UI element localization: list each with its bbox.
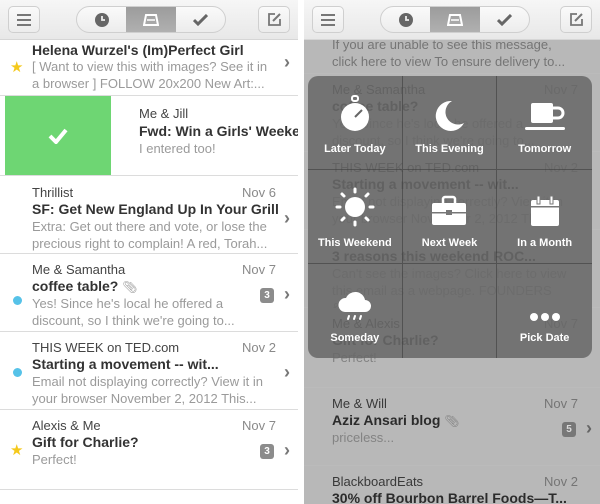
preview: Extra: Get out there and vote, or lose t…	[32, 219, 268, 251]
snooze-screen: If you are unable to see this message, c…	[304, 0, 600, 504]
chevron-right-icon[interactable]: ›	[284, 362, 290, 383]
date: Nov 7	[242, 262, 276, 277]
chevron-right-icon[interactable]: ›	[284, 440, 290, 461]
snooze-next-week[interactable]: Next Week	[402, 170, 498, 264]
coffee-cup-icon	[524, 103, 565, 130]
star-icon[interactable]: ★	[10, 441, 23, 459]
tab-later[interactable]	[77, 7, 126, 32]
attachment-icon: 📎︎	[122, 280, 138, 294]
tab-later[interactable]	[381, 7, 430, 32]
compose-button[interactable]	[258, 6, 290, 33]
date: Nov 7	[242, 418, 276, 433]
tab-done[interactable]	[480, 7, 529, 32]
snooze-someday[interactable]: Someday	[308, 264, 403, 358]
date: Nov 6	[242, 185, 276, 200]
ellipsis-icon	[529, 313, 560, 321]
snooze-label: Tomorrow	[518, 143, 572, 155]
snooze-label: Next Week	[421, 237, 478, 249]
compose-button[interactable]	[560, 6, 592, 33]
inbox-screen: Jen Bekman's 20x200 Nov 7 ★ Helena Wurze…	[0, 0, 298, 504]
sender: Me & Jill	[139, 106, 189, 121]
preview: I entered too!	[139, 141, 216, 156]
thread-count-badge: 3	[260, 288, 274, 303]
clock-icon	[94, 12, 109, 27]
sun-icon	[335, 187, 375, 227]
sender: Me & Samantha	[32, 262, 126, 277]
preview: Perfect!	[32, 452, 77, 467]
snooze-this-evening[interactable]: This Evening	[402, 76, 498, 170]
preview: Email not displaying correctly? View it …	[32, 374, 263, 406]
inbox-icon	[142, 13, 159, 26]
menu-icon	[321, 13, 335, 26]
sender: Alexis & Me	[32, 418, 101, 433]
moon-icon	[436, 100, 465, 131]
snooze-label: Someday	[330, 332, 380, 344]
menu-button[interactable]	[312, 6, 344, 33]
view-switcher	[76, 6, 226, 33]
subject: Fwd: Win a Girls' Weekend	[139, 123, 298, 139]
preview: Yes! Since he's local he offered a disco…	[32, 296, 235, 328]
tab-done[interactable]	[176, 7, 225, 32]
stopwatch-icon	[340, 95, 369, 131]
snooze-pick-date[interactable]: Pick Date	[497, 264, 592, 358]
snooze-label: This Weekend	[317, 237, 392, 249]
menu-icon	[17, 13, 31, 26]
snooze-label: Later Today	[324, 143, 386, 155]
snooze-later-today[interactable]: Later Today	[308, 76, 403, 170]
chevron-right-icon[interactable]: ›	[284, 208, 290, 229]
email-list: Jen Bekman's 20x200 Nov 7 ★ Helena Wurze…	[0, 28, 298, 490]
star-icon[interactable]: ★	[10, 58, 23, 76]
subject: Starting a movement -- wit...	[32, 356, 219, 372]
snooze-in-a-month[interactable]: In a Month	[497, 170, 592, 264]
chevron-right-icon[interactable]: ›	[284, 52, 290, 73]
subject: Helena Wurzel's (Im)Perfect Girl	[32, 42, 244, 58]
snooze-this-weekend[interactable]: This Weekend	[308, 170, 403, 264]
snooze-label: Pick Date	[519, 332, 570, 344]
snooze-empty-slot	[403, 264, 498, 358]
top-toolbar	[0, 0, 298, 40]
menu-button[interactable]	[8, 6, 40, 33]
tab-inbox[interactable]	[430, 7, 480, 32]
email-row[interactable]: Me & Samantha Nov 7 coffee table? 📎︎ Yes!…	[0, 254, 298, 332]
preview: [ Want to view this with images? See it …	[32, 59, 268, 91]
chevron-right-icon[interactable]: ›	[284, 284, 290, 305]
thread-count-badge: 3	[260, 444, 274, 459]
subject: coffee table?	[32, 278, 119, 294]
unread-indicator	[13, 368, 22, 377]
view-switcher	[380, 6, 530, 33]
email-row[interactable]: THIS WEEK on TED.com Nov 2 Starting a mo…	[0, 332, 298, 410]
calendar-icon	[530, 195, 559, 226]
checkmark-icon	[496, 13, 512, 26]
clock-icon	[398, 12, 413, 27]
compose-icon	[569, 13, 583, 26]
rain-cloud-icon	[338, 291, 371, 320]
unread-indicator	[13, 296, 22, 305]
briefcase-icon	[432, 195, 467, 225]
compose-icon	[267, 13, 281, 26]
snooze-tomorrow[interactable]: Tomorrow	[497, 76, 592, 170]
snooze-menu: Later Today This Evening Tomorrow This W…	[308, 76, 592, 358]
email-row[interactable]: Alexis & Me Nov 7 ★ Gift for Charlie? Pe…	[0, 410, 298, 490]
date: Nov 2	[242, 340, 276, 355]
swiped-email-content: Me & Jill Fwd: Win a Girls' Weekend I en…	[111, 96, 298, 175]
top-toolbar	[304, 0, 600, 40]
sender: Thrillist	[32, 185, 74, 200]
email-row-swiped[interactable]: Me & Jill Fwd: Win a Girls' Weekend I en…	[0, 96, 298, 176]
subject: SF: Get New England Up In Your Grill	[32, 201, 279, 217]
snooze-label: In a Month	[517, 237, 573, 249]
email-row[interactable]: Thrillist Nov 6 SF: Get New England Up I…	[0, 176, 298, 254]
archive-action[interactable]	[5, 96, 111, 175]
tab-inbox[interactable]	[126, 7, 176, 32]
sender: THIS WEEK on TED.com	[32, 340, 180, 355]
subject: Gift for Charlie?	[32, 434, 139, 450]
snooze-label: This Evening	[415, 143, 484, 155]
checkmark-icon	[192, 13, 208, 26]
checkmark-icon	[48, 128, 68, 144]
inbox-icon	[446, 13, 463, 26]
